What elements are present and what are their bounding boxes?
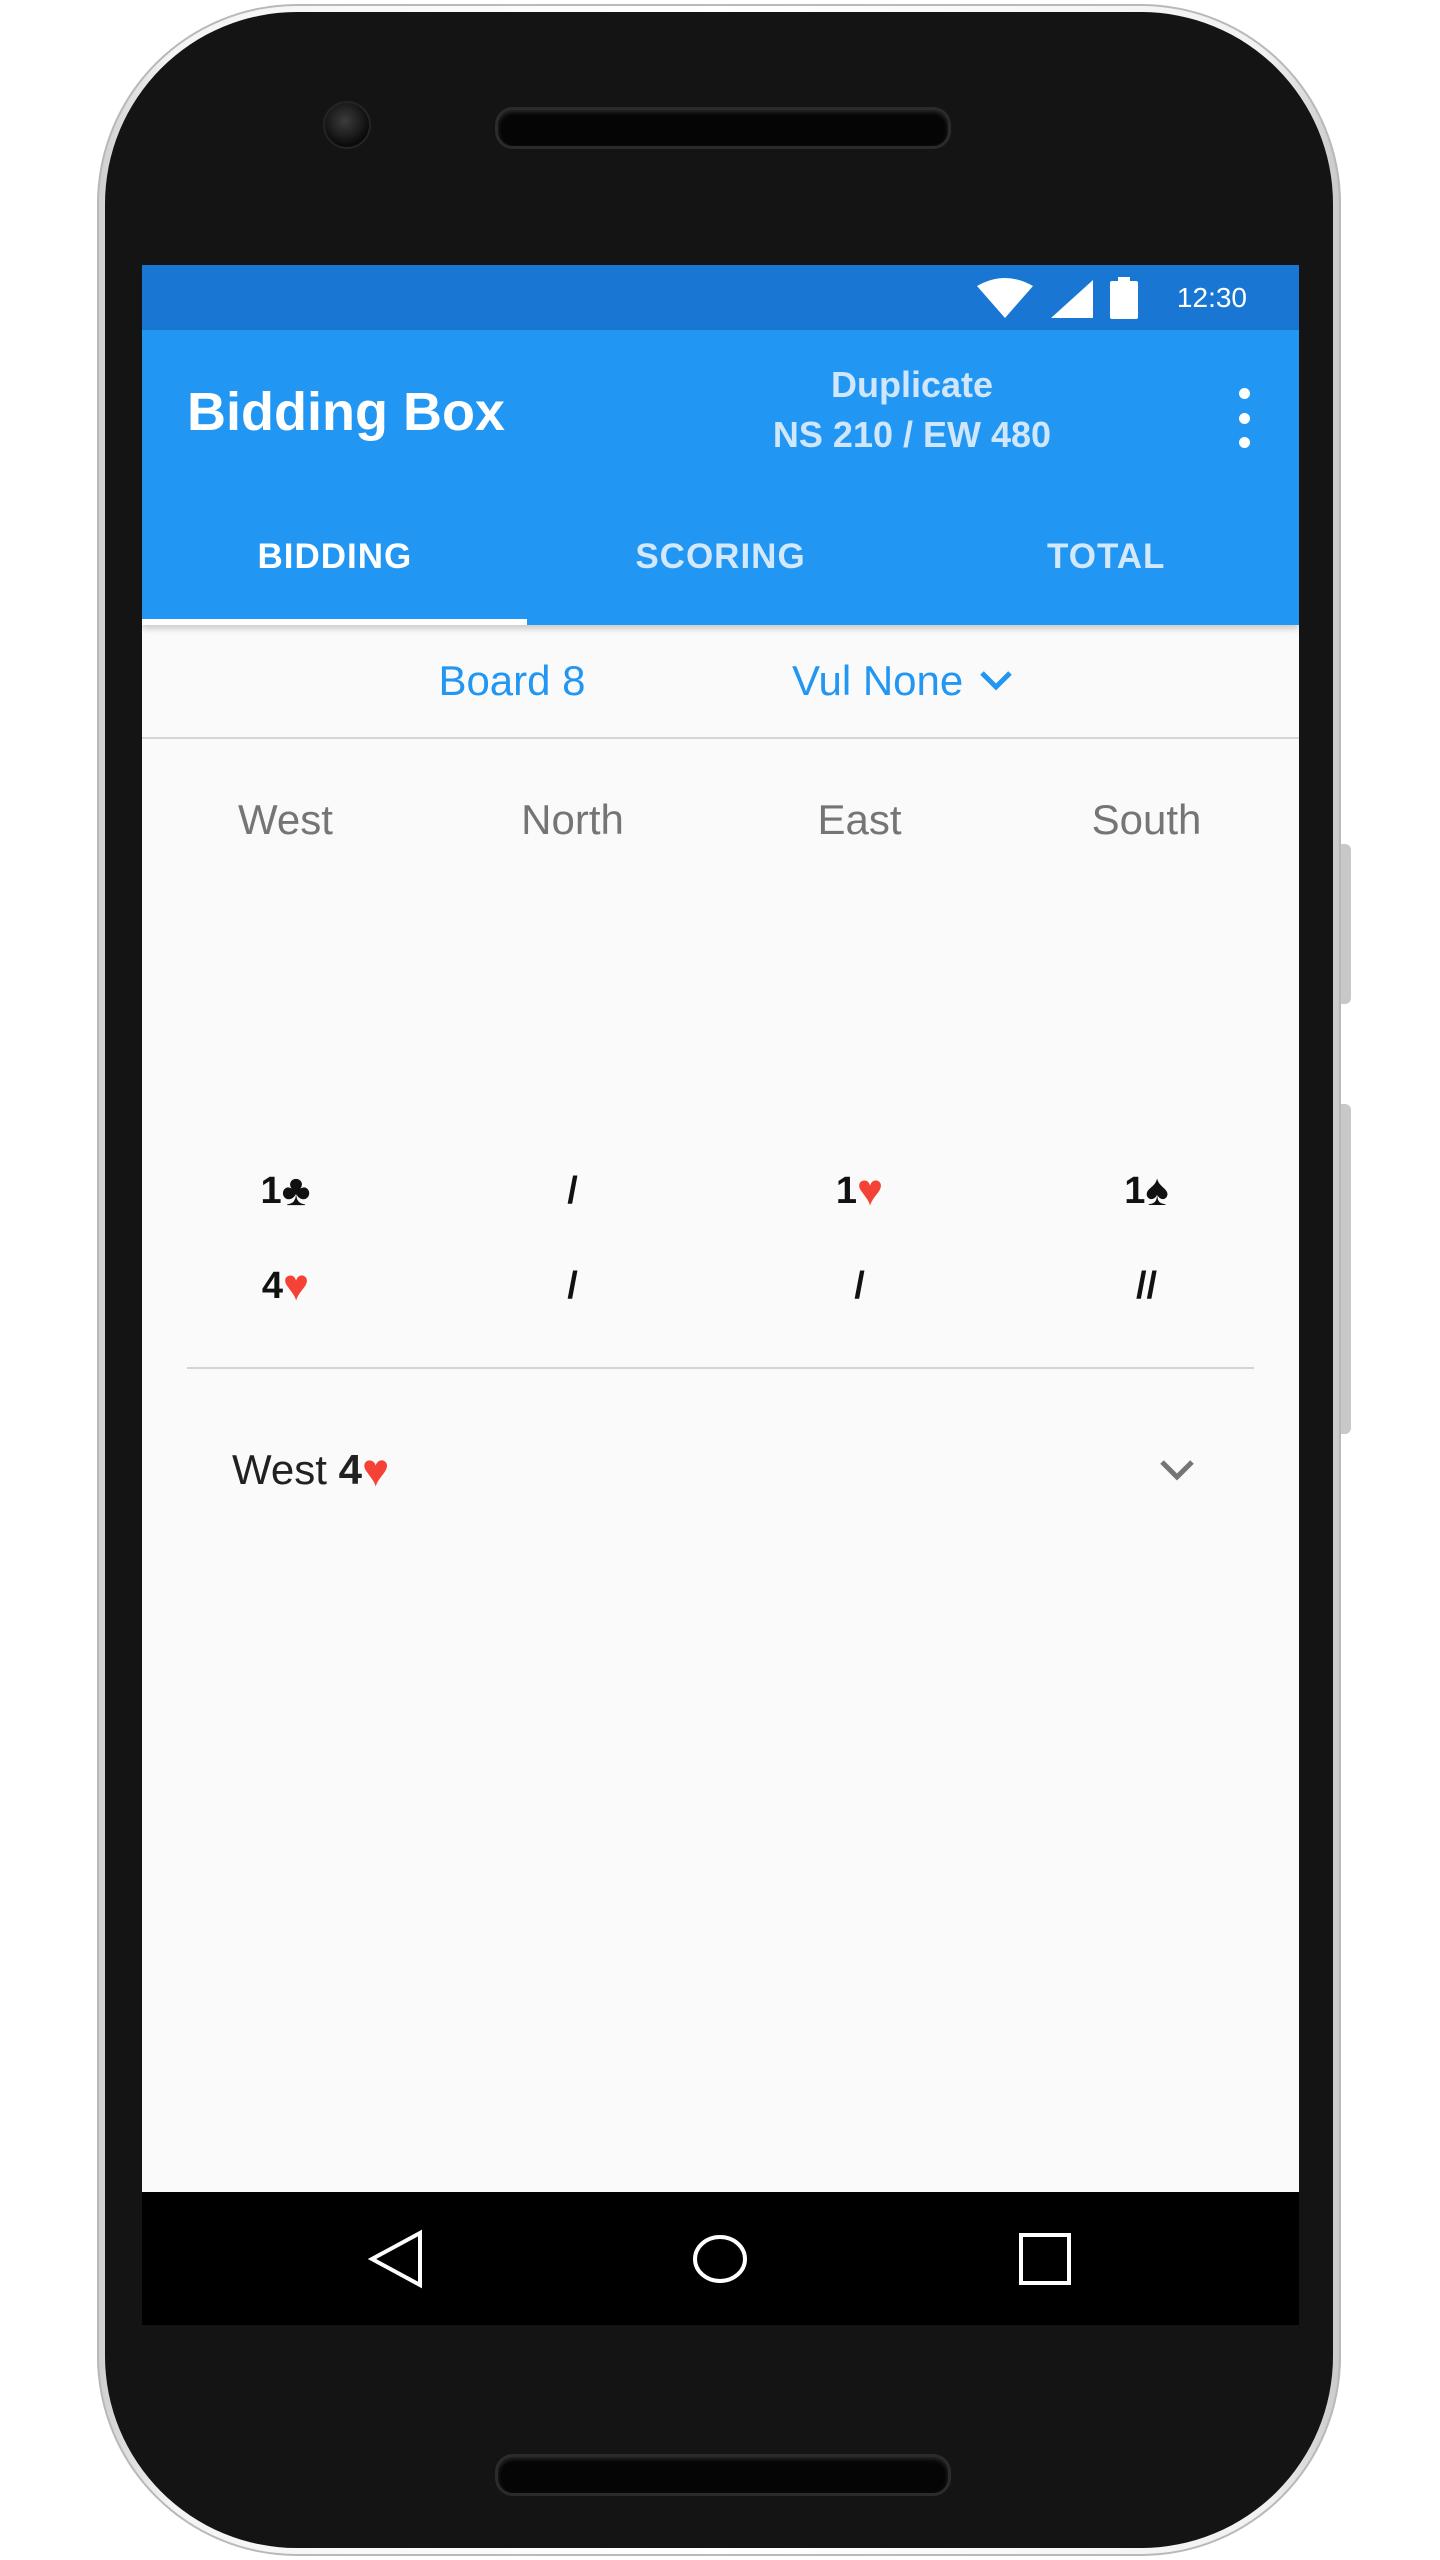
recents-icon[interactable] <box>1008 2222 1082 2296</box>
bid-cell: 1♥ <box>716 1143 1003 1239</box>
top-speaker <box>495 107 951 149</box>
score-summary-block: Duplicate NS 210 / EW 480 <box>762 360 1062 460</box>
bid-pass: / <box>854 1265 865 1307</box>
bidding-round-1: 1♣ / 1♥ 1♠ <box>142 1143 1299 1239</box>
bid-cell: // <box>1003 1238 1290 1334</box>
bid-end: // <box>1135 1265 1158 1307</box>
back-icon[interactable] <box>359 2222 433 2296</box>
bidding-round-2: 4♥ / / // <box>142 1238 1299 1334</box>
seat-south: South <box>1091 796 1202 843</box>
heart-icon: ♥ <box>283 1261 310 1310</box>
volume-button <box>1341 1104 1351 1434</box>
status-icons <box>975 277 1139 319</box>
more-vert-icon[interactable] <box>1224 388 1264 448</box>
bid-cell: 1♠ <box>1003 1143 1290 1239</box>
tab-bidding[interactable]: BIDDING <box>142 495 528 625</box>
bid-cell: / <box>429 1143 716 1239</box>
board-number[interactable]: Board 8 <box>392 625 632 737</box>
tab-scoring[interactable]: SCORING <box>528 495 914 625</box>
bottom-speaker <box>495 2454 951 2496</box>
system-nav-bar <box>142 2192 1299 2325</box>
status-bar: 12:30 <box>142 265 1299 330</box>
recents-icon-glyph <box>1019 2233 1071 2285</box>
front-camera <box>323 101 371 149</box>
chevron-down-icon[interactable] <box>1158 1453 1196 1487</box>
seat-east: East <box>817 796 902 843</box>
menu-dot <box>1238 388 1250 399</box>
bid-cell: / <box>429 1238 716 1334</box>
bid-pass: / <box>567 1170 578 1212</box>
board-row: Board 8 Vul None <box>142 625 1299 739</box>
tab-total[interactable]: TOTAL <box>913 495 1299 625</box>
contract-level: 4 <box>338 1446 362 1493</box>
bid-cell: / <box>716 1238 1003 1334</box>
tab-bar: BIDDING SCORING TOTAL <box>142 495 1299 625</box>
seat-west: West <box>238 796 333 843</box>
spade-icon: ♠ <box>1145 1166 1169 1215</box>
chevron-down-icon <box>980 671 1013 691</box>
contract-declarer: West <box>232 1446 327 1493</box>
bid-pass: / <box>567 1265 578 1307</box>
cell-signal-icon <box>1051 280 1093 318</box>
contract-summary: West 4♥ <box>232 1415 389 1525</box>
divider <box>187 1367 1254 1369</box>
battery-icon <box>1110 277 1138 319</box>
bid-cell: 4♥ <box>142 1238 429 1334</box>
power-button <box>1341 844 1351 1004</box>
status-time: 12:30 <box>1176 282 1247 313</box>
menu-dot <box>1238 412 1250 424</box>
heart-icon: ♥ <box>857 1166 884 1215</box>
bid-level: 1 <box>1124 1170 1146 1212</box>
bid-level: 1 <box>260 1170 282 1212</box>
app-title: Bidding Box <box>187 382 505 442</box>
vulnerability-select[interactable]: Vul None <box>792 625 1013 737</box>
score-summary: NS 210 / EW 480 <box>772 414 1052 455</box>
seat-north: North <box>521 796 624 843</box>
heart-icon: ♥ <box>361 1444 390 1496</box>
active-tab-indicator <box>142 619 527 625</box>
back-icon-glyph <box>367 2229 422 2289</box>
home-icon-glyph <box>693 2235 747 2283</box>
bid-cell: 1♣ <box>142 1143 429 1239</box>
screen: 12:30 Bidding Box Duplicate NS 210 / EW … <box>142 265 1299 2325</box>
club-icon: ♣ <box>281 1166 311 1215</box>
menu-dot <box>1238 437 1250 448</box>
contract-row[interactable]: West 4♥ <box>142 1415 1299 1525</box>
vulnerability-value: Vul None <box>792 657 964 704</box>
app-bar: Bidding Box Duplicate NS 210 / EW 480 BI… <box>142 330 1299 625</box>
home-icon[interactable] <box>683 2222 757 2296</box>
bid-level: 4 <box>261 1265 283 1307</box>
bid-level: 1 <box>835 1170 857 1212</box>
wifi-icon <box>977 278 1033 318</box>
bidding-seats-header: West North East South <box>142 775 1299 865</box>
mode-label: Duplicate <box>830 364 994 405</box>
